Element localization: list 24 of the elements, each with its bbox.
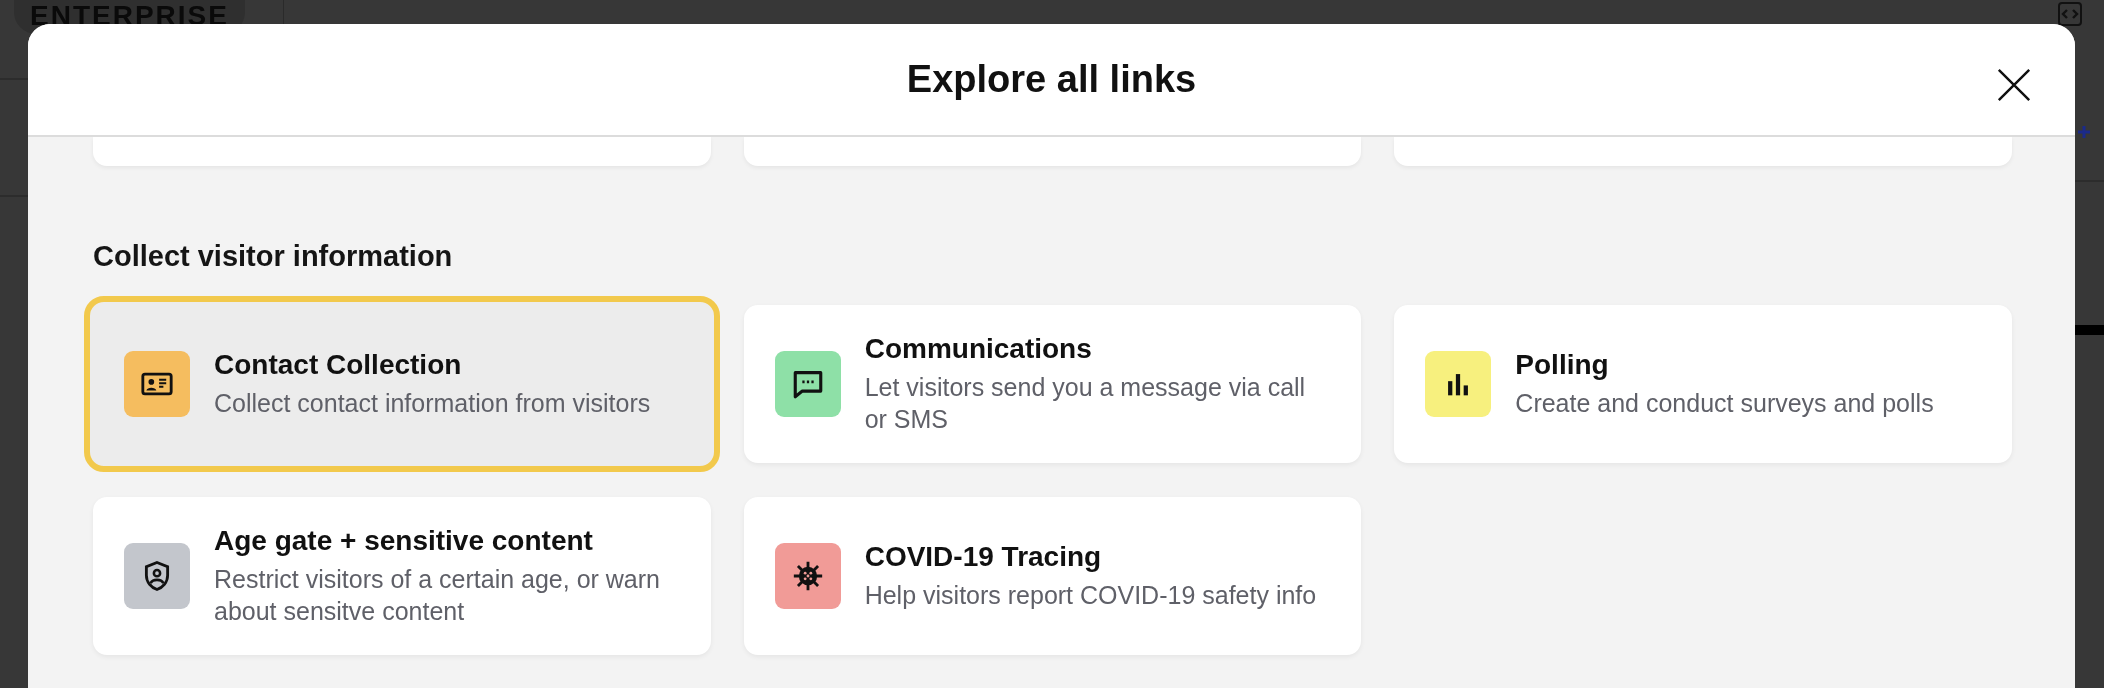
card-title: Communications	[864, 332, 1093, 365]
card-description: Create and conduct surveys and polls	[1515, 387, 1934, 419]
link-card[interactable]	[743, 137, 1362, 166]
link-card[interactable]: Contact Collection Collect contact information from visitors	[84, 296, 720, 472]
plus-icon	[2078, 126, 2090, 138]
link-card[interactable]	[93, 137, 711, 166]
link-card[interactable]: Communications Let visitors send you a message via call or SMS	[743, 305, 1362, 463]
dark-bar	[2075, 325, 2104, 335]
card-description: Restrict visitors of a certain age, or warn about sensitve content	[214, 563, 661, 627]
link-card[interactable]	[1394, 137, 2012, 166]
card-title: Polling	[1515, 348, 1610, 381]
link-card[interactable]: Polling Create and conduct surveys and polls	[1394, 305, 2012, 463]
link-card[interactable]: COVID-19 Tracing Help visitors report COVID-19 safety info	[743, 497, 1362, 655]
close-button[interactable]	[1995, 66, 2033, 104]
section-heading: Collect visitor information	[93, 240, 454, 273]
modal-title: Explore all links	[906, 58, 1197, 101]
link-card[interactable]: Age gate + sensitive content Restrict visitors of a certain age, or warn about sensitve content	[93, 497, 711, 655]
code-icon[interactable]	[2058, 2, 2082, 26]
card-description: Help visitors report COVID-19 safety info	[864, 579, 1317, 611]
card-description: Collect contact information from visitors	[214, 387, 651, 419]
card-title: Age gate + sensitive content	[214, 524, 594, 557]
card-title: Contact Collection	[214, 348, 463, 381]
card-title: COVID-19 Tracing	[864, 540, 1103, 573]
card-description: Let visitors send you a message via call or SMS	[864, 371, 1307, 435]
